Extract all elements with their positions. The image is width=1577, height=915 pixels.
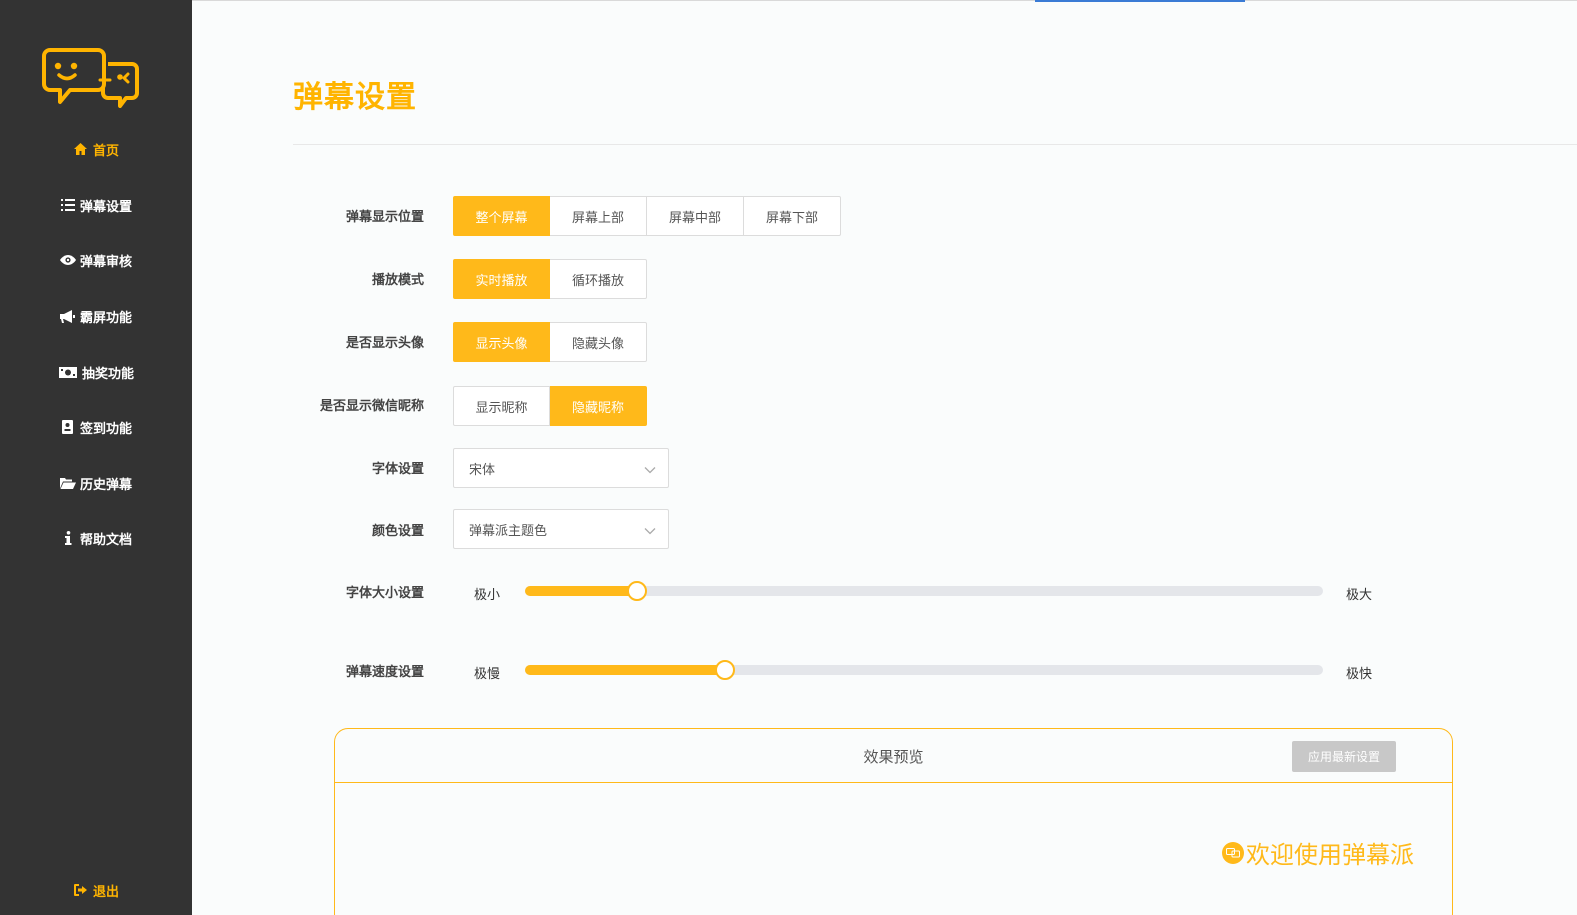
home-icon — [73, 141, 89, 157]
speed-slider-fill — [525, 665, 725, 675]
sidebar-item-help[interactable]: 帮助文档 — [0, 518, 192, 558]
sidebar-item-danmu-review[interactable]: 弹幕审核 — [0, 240, 192, 280]
preview-panel: 效果预览 应用最新设置 欢迎使用弹幕派 — [334, 728, 1453, 915]
avatar-option-hide[interactable]: 隐藏头像 — [550, 322, 647, 362]
speed-min-label: 极慢 — [474, 667, 501, 682]
sidebar-item-label: 弹幕设置 — [79, 199, 132, 215]
nickname-option-hide[interactable]: 隐藏昵称 — [550, 386, 647, 426]
money-icon — [58, 364, 78, 380]
font-select[interactable]: 宋体 — [453, 448, 669, 488]
color-select[interactable]: 弹幕派主题色 — [453, 509, 669, 549]
position-option-top[interactable]: 屏幕上部 — [550, 196, 647, 236]
sidebar-item-checkin[interactable]: 签到功能 — [0, 407, 192, 447]
preview-header: 效果预览 应用最新设置 — [335, 729, 1452, 783]
logout-button[interactable]: 退出 — [0, 870, 192, 910]
avatar — [1222, 841, 1244, 864]
folder-open-icon — [59, 475, 76, 491]
sidebar-item-label: 帮助文档 — [79, 532, 132, 548]
danmu-sample-text: 欢迎使用弹幕派 — [1246, 841, 1414, 869]
top-loading-bar — [1035, 0, 1245, 2]
eye-icon — [59, 252, 76, 268]
font-size-slider-fill — [525, 586, 637, 596]
font-size-min-label: 极小 — [474, 588, 501, 603]
mode-button-group: 实时播放 循环播放 — [453, 259, 647, 299]
mode-option-loop[interactable]: 循环播放 — [550, 259, 647, 299]
position-label: 弹幕显示位置 — [345, 210, 424, 225]
logo-icon[interactable] — [42, 46, 142, 108]
sidebar-item-label: 抽奖功能 — [81, 366, 134, 382]
font-label: 字体设置 — [371, 462, 424, 477]
font-size-slider-thumb[interactable] — [626, 581, 647, 601]
chevron-down-icon — [644, 524, 656, 539]
nickname-button-group: 显示昵称 隐藏昵称 — [453, 386, 647, 426]
chevron-down-icon — [644, 463, 656, 478]
nickname-option-show[interactable]: 显示昵称 — [453, 386, 550, 426]
sidebar: 首页 弹幕设置 弹幕审核 霸屏功能 抽奖功能 签到功能 历史弹幕 帮助文档 退出 — [0, 0, 192, 915]
logout-label: 退出 — [92, 884, 119, 900]
font-size-max-label: 极大 — [1346, 588, 1373, 603]
speed-slider[interactable] — [525, 660, 1323, 680]
info-icon — [60, 530, 76, 546]
speed-max-label: 极快 — [1346, 667, 1373, 682]
sidebar-item-label: 首页 — [92, 143, 119, 159]
title-divider — [293, 144, 1577, 145]
position-option-full[interactable]: 整个屏幕 — [453, 196, 550, 236]
position-option-bottom[interactable]: 屏幕下部 — [744, 196, 841, 236]
sidebar-item-lottery[interactable]: 抽奖功能 — [0, 352, 192, 392]
font-select-value: 宋体 — [469, 462, 496, 478]
preview-title: 效果预览 — [863, 748, 924, 766]
sidebar-item-label: 签到功能 — [79, 421, 132, 437]
color-select-value: 弹幕派主题色 — [469, 523, 548, 539]
sidebar-item-fullscreen[interactable]: 霸屏功能 — [0, 296, 192, 336]
badge-icon — [60, 419, 76, 435]
sidebar-item-home[interactable]: 首页 — [0, 129, 192, 169]
logout-icon — [73, 882, 89, 898]
sidebar-item-label: 霸屏功能 — [79, 310, 132, 326]
danmu-sample: 欢迎使用弹幕派 — [1222, 835, 1414, 870]
top-border — [192, 0, 1577, 1]
avatar-option-show[interactable]: 显示头像 — [453, 322, 550, 362]
font-size-label: 字体大小设置 — [345, 586, 424, 601]
color-label: 颜色设置 — [371, 524, 424, 539]
avatar-button-group: 显示头像 隐藏头像 — [453, 322, 647, 362]
avatar-label: 是否显示头像 — [345, 336, 424, 351]
sidebar-item-label: 弹幕审核 — [79, 254, 132, 270]
font-size-slider[interactable] — [525, 581, 1323, 601]
list-icon — [60, 197, 76, 213]
apply-settings-button[interactable]: 应用最新设置 — [1292, 741, 1396, 772]
page-title: 弹幕设置 — [293, 80, 417, 115]
mode-label: 播放模式 — [371, 273, 424, 288]
position-button-group: 整个屏幕 屏幕上部 屏幕中部 屏幕下部 — [453, 196, 841, 236]
sidebar-item-history[interactable]: 历史弹幕 — [0, 463, 192, 503]
sidebar-item-danmu-settings[interactable]: 弹幕设置 — [0, 185, 192, 225]
nickname-label: 是否显示微信昵称 — [319, 399, 424, 414]
speed-slider-thumb[interactable] — [714, 660, 735, 680]
mode-option-realtime[interactable]: 实时播放 — [453, 259, 550, 299]
megaphone-icon — [60, 308, 76, 324]
speed-label: 弹幕速度设置 — [345, 665, 424, 680]
sidebar-item-label: 历史弹幕 — [79, 477, 132, 493]
position-option-middle[interactable]: 屏幕中部 — [647, 196, 744, 236]
